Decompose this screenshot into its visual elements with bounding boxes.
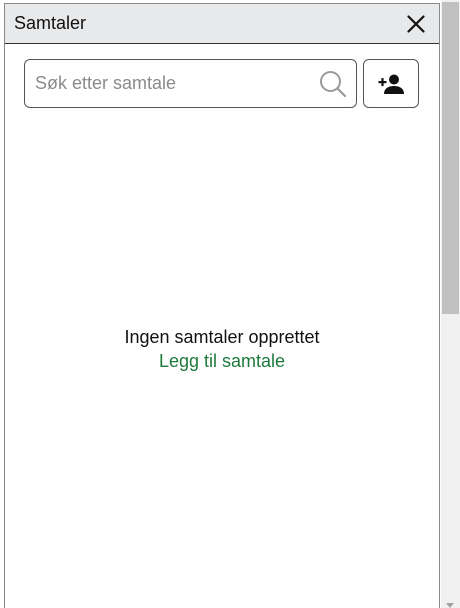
conversations-panel: Samtaler Ingen samtaler opprett xyxy=(4,3,440,608)
empty-state: Ingen samtaler opprettet Legg til samtal… xyxy=(5,325,439,373)
search-box xyxy=(24,59,357,108)
add-conversation-link[interactable]: Legg til samtale xyxy=(5,349,439,373)
panel-header: Samtaler xyxy=(5,4,439,44)
vertical-scrollbar[interactable] xyxy=(441,0,460,608)
close-icon xyxy=(407,14,425,33)
scrollbar-thumb[interactable] xyxy=(442,2,459,314)
panel-toolbar xyxy=(24,59,419,108)
scroll-down-arrow-icon[interactable] xyxy=(446,603,454,608)
person-add-icon xyxy=(378,74,404,94)
search-icon[interactable] xyxy=(319,70,347,98)
add-conversation-button[interactable] xyxy=(363,59,419,108)
search-input[interactable] xyxy=(25,60,315,107)
close-button[interactable] xyxy=(403,11,429,37)
empty-message: Ingen samtaler opprettet xyxy=(124,327,320,347)
panel-title: Samtaler xyxy=(14,13,87,33)
